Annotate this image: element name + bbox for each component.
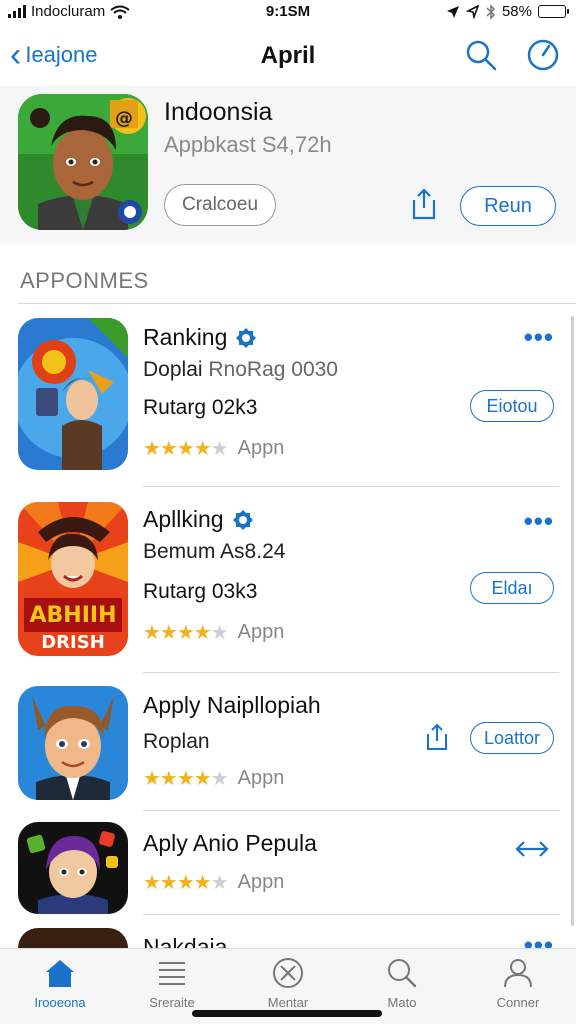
rating-label: Appn (237, 437, 285, 459)
rating-stars: ★★★★★ (143, 872, 229, 894)
app-detail: Rutarg 03k3 (143, 580, 258, 603)
tab-label: Sreraite (149, 995, 195, 1010)
tab-label: Irooeona (34, 995, 86, 1010)
app-meta-primary: Bemum (143, 540, 216, 563)
app-name-text: Aply Anio Pepula (143, 830, 317, 856)
compass-icon[interactable] (526, 38, 560, 72)
status-right: 58% (446, 3, 569, 20)
scroll-indicator[interactable] (571, 316, 574, 926)
row-divider (143, 486, 559, 487)
row-divider (143, 914, 559, 915)
app-meta-secondary: As8.24 (220, 540, 286, 563)
rating-label: Appn (237, 621, 285, 643)
list-item[interactable]: Ranking Doplai RnoRag 0030 Rutarg 02k3 ★… (0, 318, 576, 488)
more-options-button[interactable]: ••• (524, 930, 554, 948)
rating-stars: ★★★★★ (143, 622, 229, 644)
app-icon[interactable] (18, 822, 128, 914)
app-rating: ★★★★★ Appn (143, 870, 284, 895)
list-icon (159, 962, 185, 985)
tab-explore[interactable]: Mentar (238, 957, 338, 1010)
explore-icon (273, 958, 303, 988)
section-title: APPONMES (20, 268, 149, 293)
app-action-button[interactable]: Loattor (470, 722, 554, 754)
app-name: Nakdaia (143, 934, 227, 948)
featured-app-icon[interactable]: @ (18, 94, 148, 230)
app-icon[interactable] (18, 686, 128, 800)
search-icon[interactable] (464, 38, 498, 72)
battery-icon (538, 5, 569, 18)
app-name: Aply Anio Pepula (143, 830, 317, 857)
app-meta-secondary: RnoRag 0030 (208, 358, 338, 381)
tab-label: Mentar (267, 995, 309, 1010)
app-name-text: Nakdaia (143, 934, 228, 948)
rating-stars: ★★★★★ (143, 768, 229, 790)
app-icon[interactable]: ABHIIH DRISH (18, 502, 128, 656)
featured-app-title: Indoonsia (164, 98, 273, 126)
person-icon (504, 959, 532, 988)
bluetooth-icon (486, 3, 496, 20)
secondary-action-button[interactable]: Cralcoeu (164, 184, 276, 226)
app-name: Apply Naipllopiah (143, 692, 321, 719)
home-indicator (192, 1010, 382, 1017)
app-name: Ranking (143, 324, 257, 351)
app-name-text: Ranking (143, 324, 228, 350)
list-item[interactable]: ABHIIH DRISH Apllking Bemum As8.24 Rutar… (0, 502, 576, 673)
verified-badge-icon (236, 327, 257, 348)
more-options-button[interactable]: ••• (524, 322, 554, 353)
navigation-bar: ‹ Ieajone April (0, 30, 576, 82)
app-action-button[interactable]: Eiotou (470, 390, 554, 422)
location-icon (446, 5, 459, 18)
app-action-button[interactable]: Eldaı (470, 572, 554, 604)
more-options-button[interactable]: ••• (524, 506, 554, 537)
rating-label: Appn (237, 767, 285, 789)
verified-badge-icon (232, 509, 253, 530)
section-divider (18, 303, 576, 304)
app-name-text: Apllking (143, 506, 224, 532)
tab-label: Mato (387, 995, 417, 1010)
app-rating: ★★★★★ Appn (143, 766, 284, 791)
app-detail: Rutarg 02k3 (143, 396, 258, 419)
svg-text:@: @ (115, 108, 133, 129)
app-meta: Bemum As8.24 (143, 540, 285, 564)
rating-label: Appn (237, 871, 285, 893)
tab-search[interactable]: Mato (352, 957, 452, 1010)
home-icon (46, 960, 74, 987)
list-item[interactable]: Aply Anio Pepula ★★★★★ Appn (0, 822, 576, 922)
app-rating: ★★★★★ Appn (143, 436, 284, 461)
list-item[interactable]: Nakdaia ••• (0, 928, 576, 948)
share-icon[interactable] (422, 722, 452, 752)
icon-text-primary: ABHIIH (30, 603, 117, 628)
tab-list[interactable]: Sreraite (122, 957, 222, 1010)
tab-label: Conner (496, 995, 540, 1010)
app-meta-primary: Doplai (143, 358, 203, 381)
app-icon[interactable] (18, 318, 128, 470)
status-bar: Indocluram 9:1SM 58% (0, 0, 576, 26)
row-divider (143, 672, 559, 673)
alarm-icon (465, 4, 480, 19)
app-meta: Roplan (143, 730, 210, 753)
icon-text-secondary: DRISH (41, 632, 105, 653)
list-item[interactable]: Apply Naipllopiah Roplan ★★★★★ Appn Loat… (0, 686, 576, 812)
primary-action-button[interactable]: Reun (460, 186, 556, 226)
app-name-text: Apply Naipllopiah (143, 692, 321, 718)
app-name: Apllking (143, 506, 254, 533)
app-rating: ★★★★★ Appn (143, 620, 284, 645)
app-icon[interactable] (18, 928, 128, 948)
row-divider (143, 810, 559, 811)
swap-arrows-icon[interactable] (514, 836, 550, 862)
app-meta: Doplai RnoRag 0030 (143, 358, 338, 382)
rating-stars: ★★★★★ (143, 438, 229, 460)
share-icon[interactable] (406, 186, 442, 222)
battery-percent: 58% (501, 3, 532, 20)
featured-app-card: @ Indoonsia Appbkast S4,72h Cralcoeu Reu… (0, 86, 576, 244)
featured-app-subtitle: Appbkast S4,72h (164, 132, 332, 157)
tab-home[interactable]: Irooeona (10, 957, 110, 1010)
search-icon (388, 959, 417, 988)
tab-profile[interactable]: Conner (468, 957, 568, 1010)
